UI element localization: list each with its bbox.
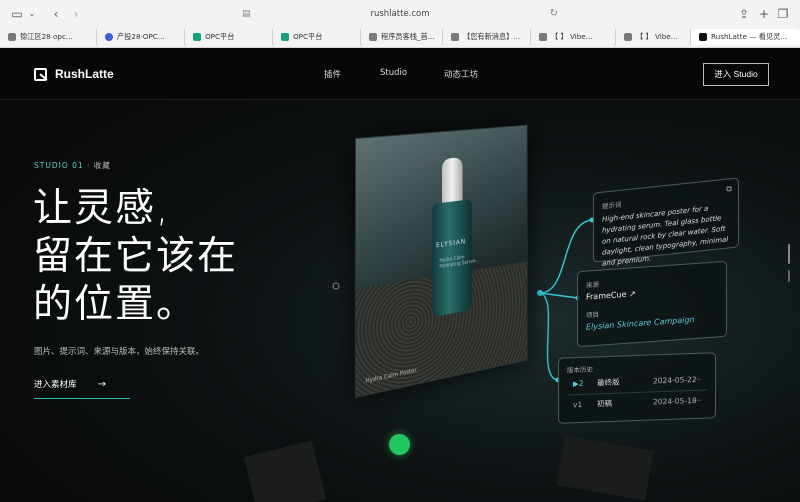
tab-5[interactable]: 【您有新消息】... — [443, 29, 531, 45]
reload-icon[interactable]: ↻ — [550, 5, 558, 23]
headline-line-3: 的位置。 — [33, 282, 198, 327]
tab-label: 产投28·OPC... — [117, 32, 165, 41]
external-link-icon: ↗ — [629, 289, 636, 299]
p-icon — [451, 33, 459, 41]
tab-label: 锦江区28 opc... — [20, 32, 73, 41]
tab-label: OPC平台 — [205, 32, 235, 41]
version-history-card[interactable]: 版本历史 ▶2 最终版 2024-05-22 ··· v1 初稿 2024-05… — [558, 352, 716, 424]
browser-chrome: ▭ ⌄ ‹ › ▤ rushlatte.com ↻ ⇪ + ❐ 锦江区28 op… — [0, 0, 800, 48]
version-row[interactable]: v1 初稿 2024-05-18 ··· — [567, 389, 707, 415]
nav-item-workshop[interactable]: 动态工坊 — [444, 68, 478, 80]
brand-name: RushLatte — [55, 67, 114, 81]
p-icon — [624, 33, 632, 41]
tab-0[interactable]: 锦江区28 opc... — [0, 29, 97, 45]
version-date: 2024-05-22 — [653, 374, 697, 386]
tab-4[interactable]: 程序员客栈_首... — [361, 29, 443, 45]
browser-toolbar: ▭ ⌄ ‹ › ▤ rushlatte.com ↻ ⇪ + ❐ — [0, 0, 800, 28]
gear-flower-icon — [105, 33, 113, 41]
nav-item-studio[interactable]: Studio — [380, 68, 407, 78]
status-dot[interactable] — [389, 434, 410, 455]
brand-logo[interactable]: RushLatte — [34, 67, 114, 81]
r-logo-icon — [34, 67, 47, 81]
r-logo-icon — [699, 33, 707, 41]
eyebrow: STUDIO 01 · 收藏 — [34, 160, 111, 171]
headline-line-1: 让灵感, — [33, 186, 171, 231]
tab-label: OPC平台 — [293, 32, 323, 41]
nav-item-plugins[interactable]: 插件 — [324, 68, 341, 80]
source-value: FrameCue — [586, 289, 627, 302]
tab-7[interactable]: 【 】 Vibe... — [616, 29, 691, 45]
version-name: 初稿 — [597, 398, 612, 409]
forward-icon[interactable]: › — [70, 6, 82, 22]
share-icon[interactable]: ⇪ — [738, 6, 750, 22]
tab-bar: 锦江区28 opc... 产投28·OPC... OPC平台 OPC平台 程序员… — [0, 28, 800, 46]
page-icon — [369, 33, 377, 41]
28-logo-icon — [281, 33, 289, 41]
hero-description: 图片、提示词、来源与版本，始终保持关联。 — [34, 347, 205, 357]
tab-label: 【您有新消息】... — [463, 32, 521, 41]
stone-decoration — [556, 435, 654, 501]
eyebrow-sub: · 收藏 — [83, 161, 111, 170]
tab-1[interactable]: 产投28·OPC... — [97, 29, 185, 45]
scroll-indicator[interactable] — [788, 244, 790, 264]
tab-label: 【 】 Vibe... — [636, 32, 678, 41]
hero-headline: 让灵感, 留在它该在 的位置。 — [33, 185, 238, 329]
page-icon — [8, 33, 16, 41]
tab-3[interactable]: OPC平台 — [273, 29, 361, 45]
tab-6[interactable]: 【 】 Vibe... — [531, 29, 616, 45]
tab-8-active[interactable]: RushLatte — 看见灵... — [691, 29, 800, 45]
p-icon — [539, 33, 547, 41]
url-text: rushlatte.com — [370, 9, 430, 19]
eyebrow-label: STUDIO 01 — [34, 161, 84, 170]
tab-label: 程序员客栈_首... — [381, 32, 435, 41]
arrow-right-icon: → — [97, 379, 106, 390]
prompt-card[interactable]: 提示词 ⧉ High-end skincare poster for a hyd… — [593, 177, 739, 268]
address-bar[interactable]: ▤ rushlatte.com ↻ — [238, 5, 562, 23]
cta-label: 进入素材库 — [34, 380, 77, 390]
chevron-down-icon[interactable]: ⌄ — [27, 6, 37, 22]
site-nav: RushLatte 插件 Studio 动态工坊 进入 Studio — [0, 48, 800, 100]
scroll-indicator[interactable] — [788, 270, 790, 282]
copy-icon[interactable]: ⧉ — [726, 184, 732, 195]
new-tab-icon[interactable]: + — [758, 6, 770, 22]
headline-line-2: 留在它该在 — [33, 234, 239, 279]
version-name: 最终版 — [597, 377, 620, 388]
page-icon: ▤ — [242, 9, 251, 19]
version-number: v1 — [573, 399, 583, 410]
tab-2[interactable]: OPC平台 — [185, 29, 273, 45]
rushlatte-page: RushLatte 插件 Studio 动态工坊 进入 Studio STUDI… — [0, 48, 800, 502]
dropper-cap — [441, 156, 463, 207]
version-number: ▶2 — [573, 378, 584, 389]
more-icon[interactable]: ··· — [694, 391, 701, 411]
more-icon[interactable]: ··· — [694, 370, 701, 390]
version-date: 2024-05-18 — [653, 395, 697, 407]
stone-decoration — [243, 440, 327, 502]
enter-studio-button[interactable]: 进入 Studio — [703, 63, 769, 86]
back-icon[interactable]: ‹ — [50, 6, 62, 22]
prompt-text: High-end skincare poster for a hydrating… — [602, 204, 729, 268]
tab-label: 【 】 Vibe... — [551, 32, 593, 41]
28-logo-icon — [193, 33, 201, 41]
source-card[interactable]: 来源 FrameCue ↗ 项目 Elysian Skincare Campai… — [577, 260, 727, 348]
tab-label: RushLatte — 看见灵... — [711, 32, 788, 41]
tab-overview-icon[interactable]: ❐ — [777, 6, 789, 22]
sidebar-toggle-icon[interactable]: ▭ — [10, 6, 24, 22]
product-poster-image[interactable]: ELYSIAN Hydra Calm Hydrating Serum Hydra… — [355, 124, 528, 398]
library-cta-link[interactable]: 进入素材库 → — [34, 375, 130, 399]
